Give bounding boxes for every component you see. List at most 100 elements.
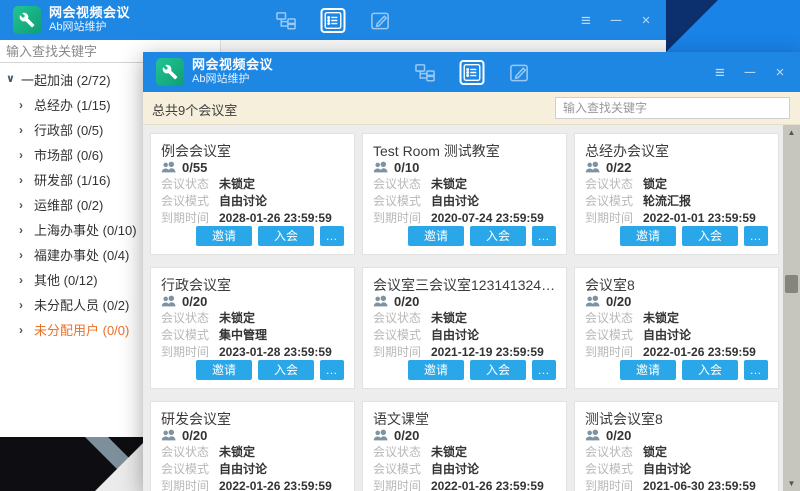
invite-button[interactable]: 邀请 [620, 360, 676, 380]
mode-label: 会议模式 [585, 326, 643, 343]
invite-button[interactable]: 邀请 [620, 226, 676, 246]
org-chart-icon[interactable] [414, 62, 435, 83]
chevron-icon: › [19, 324, 34, 336]
scrollbar-thumb[interactable] [785, 275, 798, 293]
status-label: 会议状态 [585, 175, 643, 192]
people-icon [373, 294, 388, 309]
edit-icon[interactable] [370, 10, 391, 31]
invite-button[interactable]: 邀请 [408, 360, 464, 380]
minimize-icon[interactable]: ─ [608, 13, 624, 28]
status-row: 会议状态 锁定 [585, 443, 768, 460]
chevron-icon: › [19, 149, 34, 161]
participant-count: 0/20 [394, 428, 419, 443]
vertical-scrollbar[interactable]: ▲ ▼ [783, 125, 800, 491]
expire-value: 2022-01-01 23:59:59 [643, 211, 756, 225]
expire-label: 到期时间 [161, 209, 219, 226]
menu-icon[interactable]: ≡ [712, 64, 728, 81]
tree-item-label: 研发部 (1/16) [34, 170, 111, 189]
expire-label: 到期时间 [373, 209, 431, 226]
join-button[interactable]: 入会 [258, 360, 314, 380]
join-button[interactable]: 入会 [470, 360, 526, 380]
chevron-icon: › [19, 174, 34, 186]
status-value: 锁定 [643, 175, 667, 192]
invite-button[interactable]: 邀请 [408, 226, 464, 246]
join-button[interactable]: 入会 [682, 226, 738, 246]
card-actions: 邀请 入会 … [585, 226, 768, 246]
mode-label: 会议模式 [161, 326, 219, 343]
app-title: 网会视频会议 [192, 58, 273, 73]
invite-button[interactable]: 邀请 [196, 360, 252, 380]
tree-item-label: 一起加油 (2/72) [21, 70, 111, 89]
mode-label: 会议模式 [373, 192, 431, 209]
back-toolbar-icons [276, 0, 391, 40]
scroll-down-icon[interactable]: ▼ [783, 476, 800, 491]
participant-row: 0/20 [161, 428, 344, 443]
expire-label: 到期时间 [373, 343, 431, 360]
mode-row: 会议模式 轮流汇报 [585, 192, 768, 209]
participant-row: 0/20 [585, 428, 768, 443]
participant-row: 0/20 [585, 294, 768, 309]
status-label: 会议状态 [585, 309, 643, 326]
more-button[interactable]: … [744, 226, 768, 246]
status-label: 会议状态 [161, 309, 219, 326]
expire-value: 2020-07-24 23:59:59 [431, 211, 544, 225]
more-button[interactable]: … [320, 226, 344, 246]
menu-icon[interactable]: ≡ [578, 12, 594, 29]
meeting-room-card: Test Room 测试教室 0/10 会议状态 未锁定 会议模式 自由讨论 到… [362, 133, 567, 255]
close-icon[interactable]: × [638, 13, 654, 28]
close-icon[interactable]: × [772, 65, 788, 80]
edit-icon[interactable] [508, 62, 529, 83]
tree-item-label: 未分配用户 (0/0) [34, 320, 129, 339]
meeting-room-card: 会议室8 0/20 会议状态 未锁定 会议模式 自由讨论 到期时间 2022-0… [574, 267, 779, 389]
people-icon [373, 428, 388, 443]
room-title: 测试会议室8 [585, 409, 768, 425]
minimize-icon[interactable]: ─ [742, 65, 758, 80]
room-list-content: 例会会议室 0/55 会议状态 未锁定 会议模式 自由讨论 到期时间 2028-… [143, 125, 800, 491]
wallpaper-navy-triangle [666, 0, 800, 52]
more-button[interactable]: … [744, 360, 768, 380]
mode-row: 会议模式 自由讨论 [585, 460, 768, 477]
mode-label: 会议模式 [585, 192, 643, 209]
status-value: 未锁定 [431, 443, 467, 460]
status-label: 会议状态 [161, 443, 219, 460]
join-button[interactable]: 入会 [258, 226, 314, 246]
chevron-icon: › [19, 99, 34, 111]
participant-count: 0/20 [182, 428, 207, 443]
mode-label: 会议模式 [161, 460, 219, 477]
more-button[interactable]: … [532, 226, 556, 246]
foreground-window: 网会视频会议 Ab网站维护 ≡ ─ × [143, 52, 800, 491]
people-icon [161, 428, 176, 443]
more-button[interactable]: … [320, 360, 344, 380]
desktop-wallpaper-top-right [666, 0, 800, 52]
back-window-controls: ≡ ─ × [578, 0, 654, 40]
tree-item-label: 上海办事处 (0/10) [34, 220, 137, 239]
join-button[interactable]: 入会 [470, 226, 526, 246]
org-chart-icon[interactable] [276, 10, 297, 31]
people-icon [585, 294, 600, 309]
scroll-up-icon[interactable]: ▲ [783, 125, 800, 140]
status-label: 会议状态 [373, 443, 431, 460]
room-search-input[interactable] [555, 97, 790, 119]
room-list-icon[interactable] [459, 60, 484, 85]
mode-value: 轮流汇报 [643, 192, 691, 209]
mode-value: 自由讨论 [219, 460, 267, 477]
expire-row: 到期时间 2022-01-26 23:59:59 [585, 343, 768, 360]
meeting-room-card: 测试会议室8 0/20 会议状态 锁定 会议模式 自由讨论 到期时间 2021-… [574, 401, 779, 491]
invite-button[interactable]: 邀请 [196, 226, 252, 246]
mode-row: 会议模式 自由讨论 [373, 326, 556, 343]
meeting-room-card: 会议室三会议室123141324141三会议室 0/20 会议状态 未锁定 会议… [362, 267, 567, 389]
more-button[interactable]: … [532, 360, 556, 380]
status-value: 未锁定 [219, 309, 255, 326]
room-list-icon[interactable] [321, 8, 346, 33]
chevron-icon: › [19, 224, 34, 236]
join-button[interactable]: 入会 [682, 360, 738, 380]
expire-row: 到期时间 2021-06-30 23:59:59 [585, 477, 768, 491]
app-subtitle: Ab网站维护 [192, 73, 273, 86]
participant-row: 0/20 [373, 428, 556, 443]
room-card-grid: 例会会议室 0/55 会议状态 未锁定 会议模式 自由讨论 到期时间 2028-… [143, 125, 783, 491]
expire-value: 2028-01-26 23:59:59 [219, 211, 332, 225]
mode-value: 自由讨论 [219, 192, 267, 209]
participant-row: 0/20 [161, 294, 344, 309]
status-value: 未锁定 [219, 175, 255, 192]
status-label: 会议状态 [585, 443, 643, 460]
